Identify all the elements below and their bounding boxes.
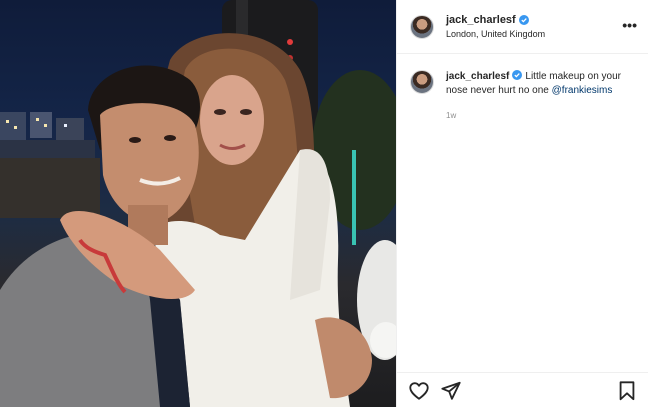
instagram-post: jack_charlesf London, United Kingdom •••…: [0, 0, 648, 407]
caption-comment: jack_charlesf Little makeup on your nose…: [410, 70, 640, 123]
like-button[interactable]: [408, 380, 430, 402]
verified-badge-icon: [518, 15, 529, 25]
caption-username[interactable]: jack_charlesf: [446, 71, 509, 82]
author-info: jack_charlesf London, United Kingdom: [446, 14, 545, 39]
post-side-panel: jack_charlesf London, United Kingdom •••…: [396, 0, 648, 407]
heart-icon: [409, 382, 429, 400]
share-button[interactable]: [440, 380, 462, 402]
caption-timestamp[interactable]: 1w: [446, 109, 636, 123]
caption-avatar[interactable]: [410, 70, 434, 94]
caption-mention[interactable]: @frankiesims: [552, 85, 613, 96]
author-name-row: jack_charlesf: [446, 14, 545, 26]
caption-body: jack_charlesf Little makeup on your nose…: [446, 70, 636, 123]
post-photo-illustration: [0, 0, 396, 407]
action-bar: [397, 372, 648, 407]
author-avatar[interactable]: [410, 14, 434, 39]
save-button[interactable]: [616, 380, 638, 402]
post-location[interactable]: London, United Kingdom: [446, 29, 545, 39]
author-username[interactable]: jack_charlesf: [446, 14, 516, 26]
post-photo[interactable]: [0, 0, 396, 407]
bookmark-icon: [619, 381, 635, 401]
verified-badge-icon: [512, 70, 523, 80]
more-options-icon[interactable]: •••: [622, 18, 637, 32]
share-icon: [441, 381, 461, 400]
post-header: jack_charlesf London, United Kingdom •••: [397, 0, 648, 54]
